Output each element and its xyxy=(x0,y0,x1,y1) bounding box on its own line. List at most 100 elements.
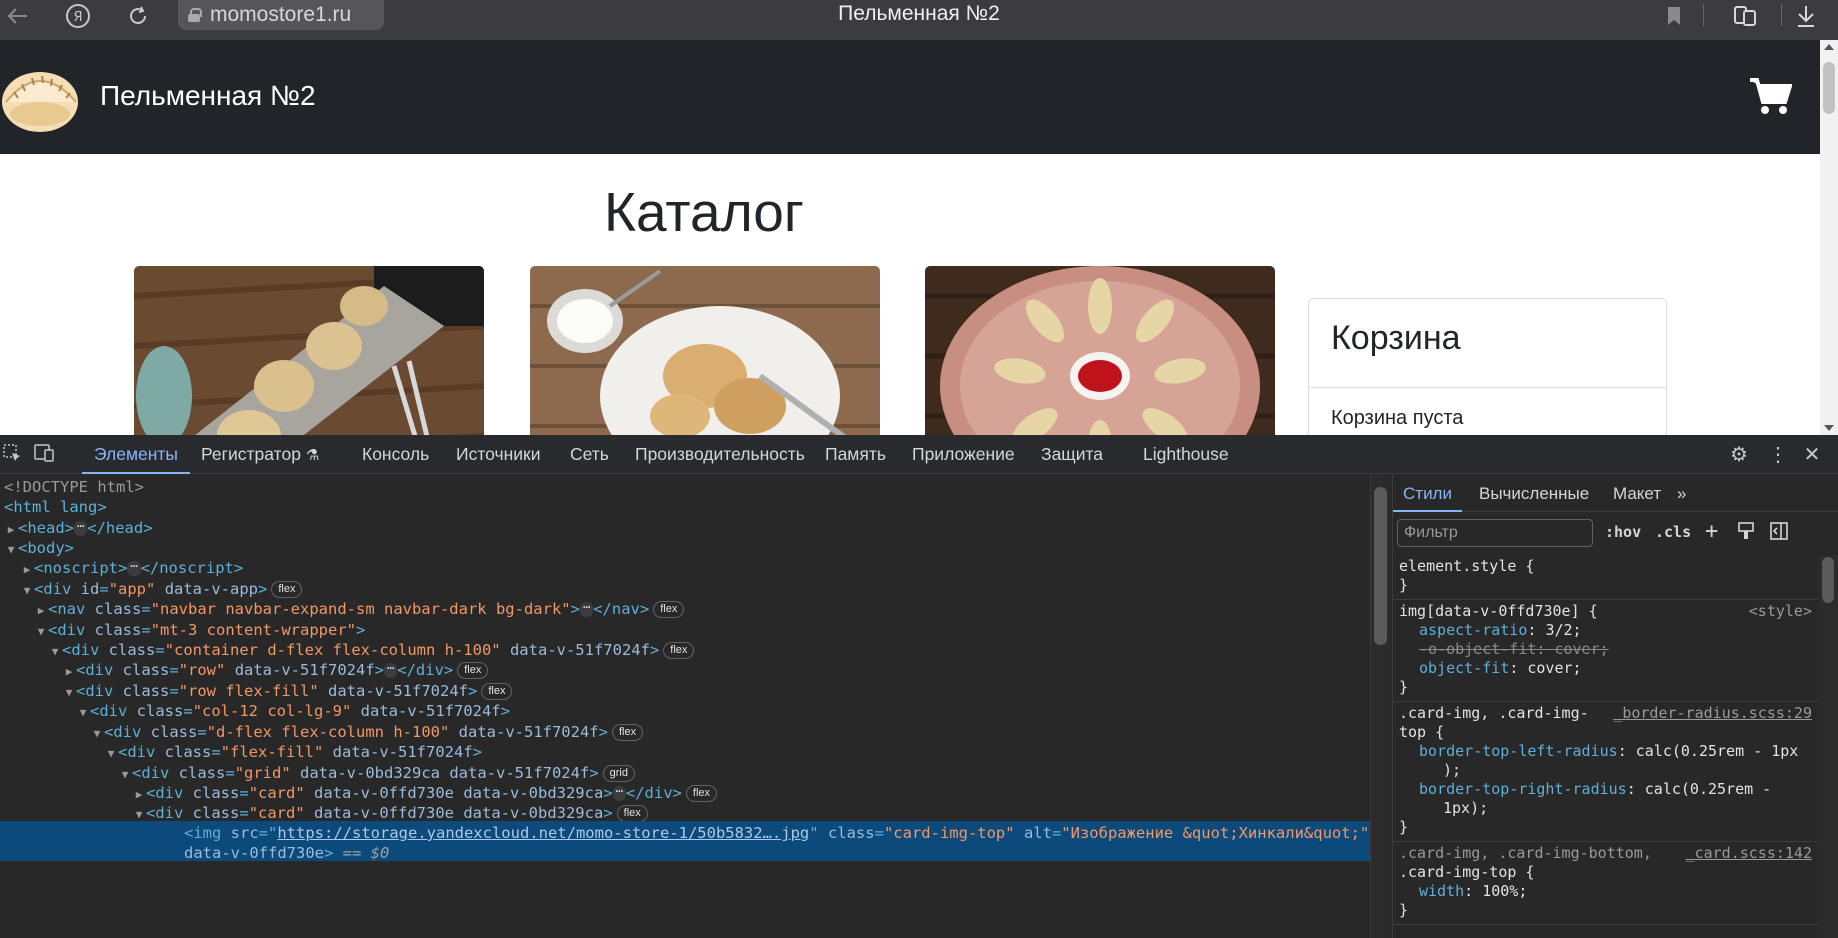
tag-open: <img xyxy=(184,824,231,842)
flex-badge[interactable]: flex xyxy=(481,683,513,700)
tab-styles[interactable]: Стили xyxy=(1393,475,1462,512)
bookmark-icon[interactable] xyxy=(1656,0,1692,32)
rule-source[interactable]: <style> xyxy=(1749,602,1812,620)
tab-application[interactable]: Приложение xyxy=(912,435,1015,474)
toolbar-divider xyxy=(1781,4,1782,26)
ellipsis-icon[interactable]: ⋯ xyxy=(127,560,141,576)
styles-filter-input[interactable]: Фильтр xyxy=(1397,519,1593,547)
flex-badge[interactable]: flex xyxy=(616,805,648,822)
rule-source-link[interactable]: _card.scss:142 xyxy=(1686,844,1812,862)
gear-icon[interactable]: ⚙ xyxy=(1727,443,1751,467)
collapse-arrow-icon[interactable]: ▼ xyxy=(76,701,90,725)
ellipsis-icon[interactable]: ⋯ xyxy=(74,520,88,536)
attr-name: data-v-0ffd730e data-v-0bd329ca xyxy=(304,804,604,822)
scroll-up-arrow-icon[interactable] xyxy=(1824,44,1834,50)
more-vertical-icon[interactable]: ⋮ xyxy=(1766,443,1790,467)
product-card-image[interactable] xyxy=(925,266,1275,435)
flex-badge[interactable]: flex xyxy=(685,785,718,802)
tab-computed[interactable]: Вычисленные xyxy=(1479,475,1589,512)
address-bar[interactable]: momostore1.ru xyxy=(178,0,384,30)
css-declaration[interactable]: border-top-left-radius: calc(0.25rem - 1… xyxy=(1399,742,1818,761)
collapse-arrow-icon[interactable]: ▼ xyxy=(62,681,76,705)
extensions-icon[interactable] xyxy=(1728,0,1764,32)
tab-lighthouse[interactable]: Lighthouse xyxy=(1143,435,1229,474)
scroll-thumb[interactable] xyxy=(1823,62,1835,114)
flex-badge[interactable]: flex xyxy=(663,642,695,659)
tab-sources[interactable]: Источники xyxy=(456,435,540,474)
tab-network[interactable]: Сеть xyxy=(570,435,609,474)
flex-badge[interactable]: flex xyxy=(271,581,303,598)
flex-badge[interactable]: flex xyxy=(611,724,644,741)
css-declaration[interactable]: object-fit: cover; xyxy=(1399,659,1818,678)
paint-brush-icon[interactable] xyxy=(1737,521,1755,545)
product-card-image[interactable] xyxy=(530,266,880,435)
css-declaration[interactable]: width: 100%; xyxy=(1399,882,1818,901)
grid-badge[interactable]: grid xyxy=(602,765,635,782)
equals: = xyxy=(169,661,179,679)
tag-open: <div xyxy=(146,804,193,822)
scroll-thumb[interactable] xyxy=(1822,557,1834,603)
yandex-icon[interactable]: Я xyxy=(60,0,96,32)
elements-scrollbar[interactable] xyxy=(1370,475,1390,938)
scroll-down-arrow-icon[interactable] xyxy=(1824,425,1834,431)
tag-open: <div xyxy=(146,784,193,802)
css-declaration[interactable]: border-top-right-radius: calc(0.25rem - xyxy=(1399,780,1818,799)
img-src-link[interactable]: https://storage.yandexcloud.net/momo-sto… xyxy=(277,824,809,842)
style-rule[interactable]: img[data-v-0ffd730e] { <style> aspect-ra… xyxy=(1393,600,1818,702)
svg-text:Я: Я xyxy=(73,10,82,25)
collapse-arrow-icon[interactable]: ▼ xyxy=(20,579,34,603)
equals: = xyxy=(183,702,193,720)
tab-performance[interactable]: Производительность xyxy=(635,435,805,474)
css-declaration-overridden[interactable]: -o-object-fit: cover; xyxy=(1399,640,1818,659)
cart-icon[interactable] xyxy=(1748,76,1793,116)
tab-security[interactable]: Защита xyxy=(1041,435,1103,474)
brand-name[interactable]: Пельменная №2 xyxy=(100,80,316,112)
styles-scrollbar[interactable] xyxy=(1818,555,1838,938)
collapse-arrow-icon[interactable]: ▼ xyxy=(34,620,48,644)
collapse-arrow-icon[interactable]: ▼ xyxy=(4,538,18,562)
tab-console[interactable]: Консоль xyxy=(362,435,429,474)
reload-icon[interactable] xyxy=(120,0,156,32)
add-rule-icon[interactable]: + xyxy=(1705,519,1718,544)
ellipsis-icon[interactable]: ⋯ xyxy=(612,785,626,801)
page-scrollbar[interactable] xyxy=(1820,40,1838,435)
collapse-arrow-icon[interactable]: ▼ xyxy=(90,722,104,746)
device-toolbar-icon[interactable] xyxy=(32,443,56,467)
product-card-image[interactable] xyxy=(134,266,484,435)
flex-badge[interactable]: flex xyxy=(653,601,685,618)
sidebar-toggle-icon[interactable] xyxy=(1769,521,1789,545)
ellipsis-icon[interactable]: ⋯ xyxy=(579,601,594,617)
collapse-arrow-icon[interactable]: ▼ xyxy=(48,640,62,664)
ellipsis-icon[interactable]: ⋯ xyxy=(384,662,398,678)
rule-source-link[interactable]: _border-radius.scss:29 xyxy=(1613,704,1812,722)
tag-close: > xyxy=(570,600,580,618)
download-icon[interactable] xyxy=(1788,0,1824,32)
close-icon[interactable]: ✕ xyxy=(1800,443,1824,467)
rule-close: } xyxy=(1399,901,1409,919)
flex-badge[interactable]: flex xyxy=(457,662,489,679)
flask-icon: ⚗ xyxy=(305,447,320,464)
hov-toggle[interactable]: :hov xyxy=(1605,523,1641,541)
scroll-thumb[interactable] xyxy=(1374,487,1387,645)
colon: : xyxy=(1527,621,1546,639)
attr-value: "mt-3 content-wrapper" xyxy=(150,621,356,639)
more-tabs-icon[interactable]: » xyxy=(1677,475,1686,512)
tab-elements[interactable]: Элементы xyxy=(82,435,190,474)
css-declaration[interactable]: aspect-ratio: 3/2; xyxy=(1399,621,1818,640)
tab-memory[interactable]: Память xyxy=(825,435,886,474)
collapse-arrow-icon[interactable]: ▼ xyxy=(104,742,118,766)
collapse-arrow-icon[interactable]: ▼ xyxy=(118,763,132,787)
style-rule[interactable]: .card-img, .card-img- _border-radius.scs… xyxy=(1393,702,1818,842)
dumpling-logo-icon[interactable] xyxy=(0,58,80,138)
inspect-element-icon[interactable] xyxy=(0,443,24,467)
dom-node-img-cont[interactable]: data-v-0ffd730e> == $0 xyxy=(184,841,389,865)
attr-value: "Изображение &quot;Хинкали&quot;" xyxy=(1061,824,1370,842)
doctype-text: <!DOCTYPE html> xyxy=(4,478,144,496)
cls-toggle[interactable]: .cls xyxy=(1655,523,1691,541)
tab-layout[interactable]: Макет xyxy=(1613,475,1661,512)
style-rule[interactable]: .card-img, .card-img-bottom, _card.scss:… xyxy=(1393,842,1818,925)
style-rule[interactable]: element.style { } xyxy=(1393,555,1818,600)
back-arrow-icon[interactable] xyxy=(0,0,36,32)
tag-close: > xyxy=(598,723,608,741)
tab-recorder[interactable]: Регистратор ⚗ xyxy=(201,435,319,474)
